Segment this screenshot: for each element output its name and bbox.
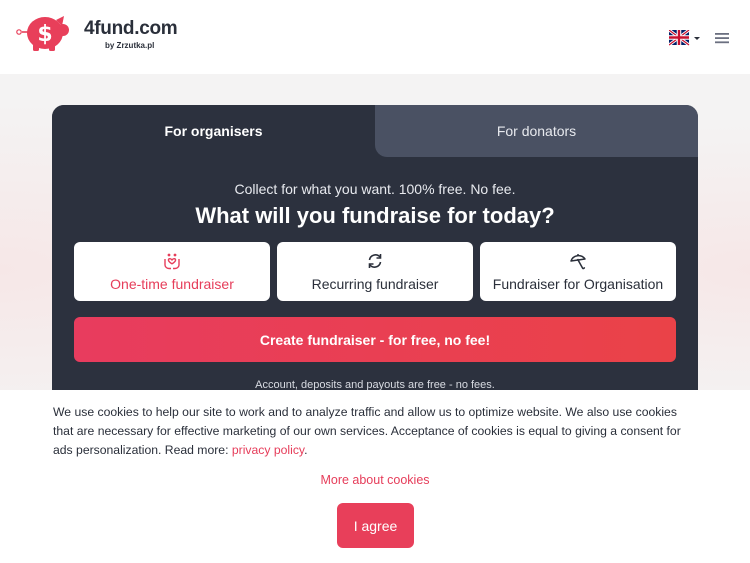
more-about-cookies-link[interactable]: More about cookies: [0, 473, 750, 487]
logo-name: 4fund.com: [84, 18, 178, 39]
option-label: One-time fundraiser: [110, 276, 234, 292]
agree-button[interactable]: I agree: [337, 503, 414, 548]
piggy-bank-icon: $: [16, 16, 69, 51]
language-selector[interactable]: [668, 28, 705, 47]
site-header: $ 4fund.com by Zrzutka.pl: [0, 0, 750, 74]
tab-bar: For organisers For donators: [52, 105, 698, 157]
option-label: Fundraiser for Organisation: [492, 276, 664, 292]
cookie-period: .: [304, 443, 308, 457]
logo[interactable]: $ 4fund.com by Zrzutka.pl: [14, 14, 178, 54]
uk-flag-icon: [668, 28, 700, 47]
option-label: Recurring fundraiser: [311, 276, 439, 292]
cookie-message: We use cookies to help our site to work …: [53, 405, 681, 457]
svg-text:$: $: [37, 22, 52, 47]
tab-for-organisers[interactable]: For organisers: [52, 105, 375, 157]
hero-subtitle: Collect for what you want. 100% free. No…: [234, 181, 516, 197]
privacy-policy-link[interactable]: privacy policy: [232, 443, 304, 457]
fundraiser-panel: For organisers For donators Collect for …: [52, 105, 698, 405]
hero-title: What will you fundraise for today?: [195, 203, 555, 228]
option-recurring-fundraiser[interactable]: Recurring fundraiser: [277, 242, 473, 301]
tab-for-donators[interactable]: For donators: [375, 105, 698, 157]
cookie-banner: We use cookies to help our site to work …: [0, 390, 750, 563]
refresh-icon: [368, 254, 382, 268]
caret-down-icon: [694, 37, 700, 40]
umbrella-icon: [570, 254, 586, 270]
option-fundraiser-for-organisation[interactable]: Fundraiser for Organisation: [480, 242, 676, 301]
option-one-time-fundraiser[interactable]: One-time fundraiser: [74, 242, 270, 301]
hands-heart-icon: [164, 253, 180, 270]
logo-subtitle: by Zrzutka.pl: [105, 41, 155, 50]
create-fundraiser-button[interactable]: Create fundraiser - for free, no fee!: [74, 317, 676, 362]
cookie-text: We use cookies to help our site to work …: [53, 403, 693, 460]
hamburger-menu-icon[interactable]: [714, 30, 730, 46]
